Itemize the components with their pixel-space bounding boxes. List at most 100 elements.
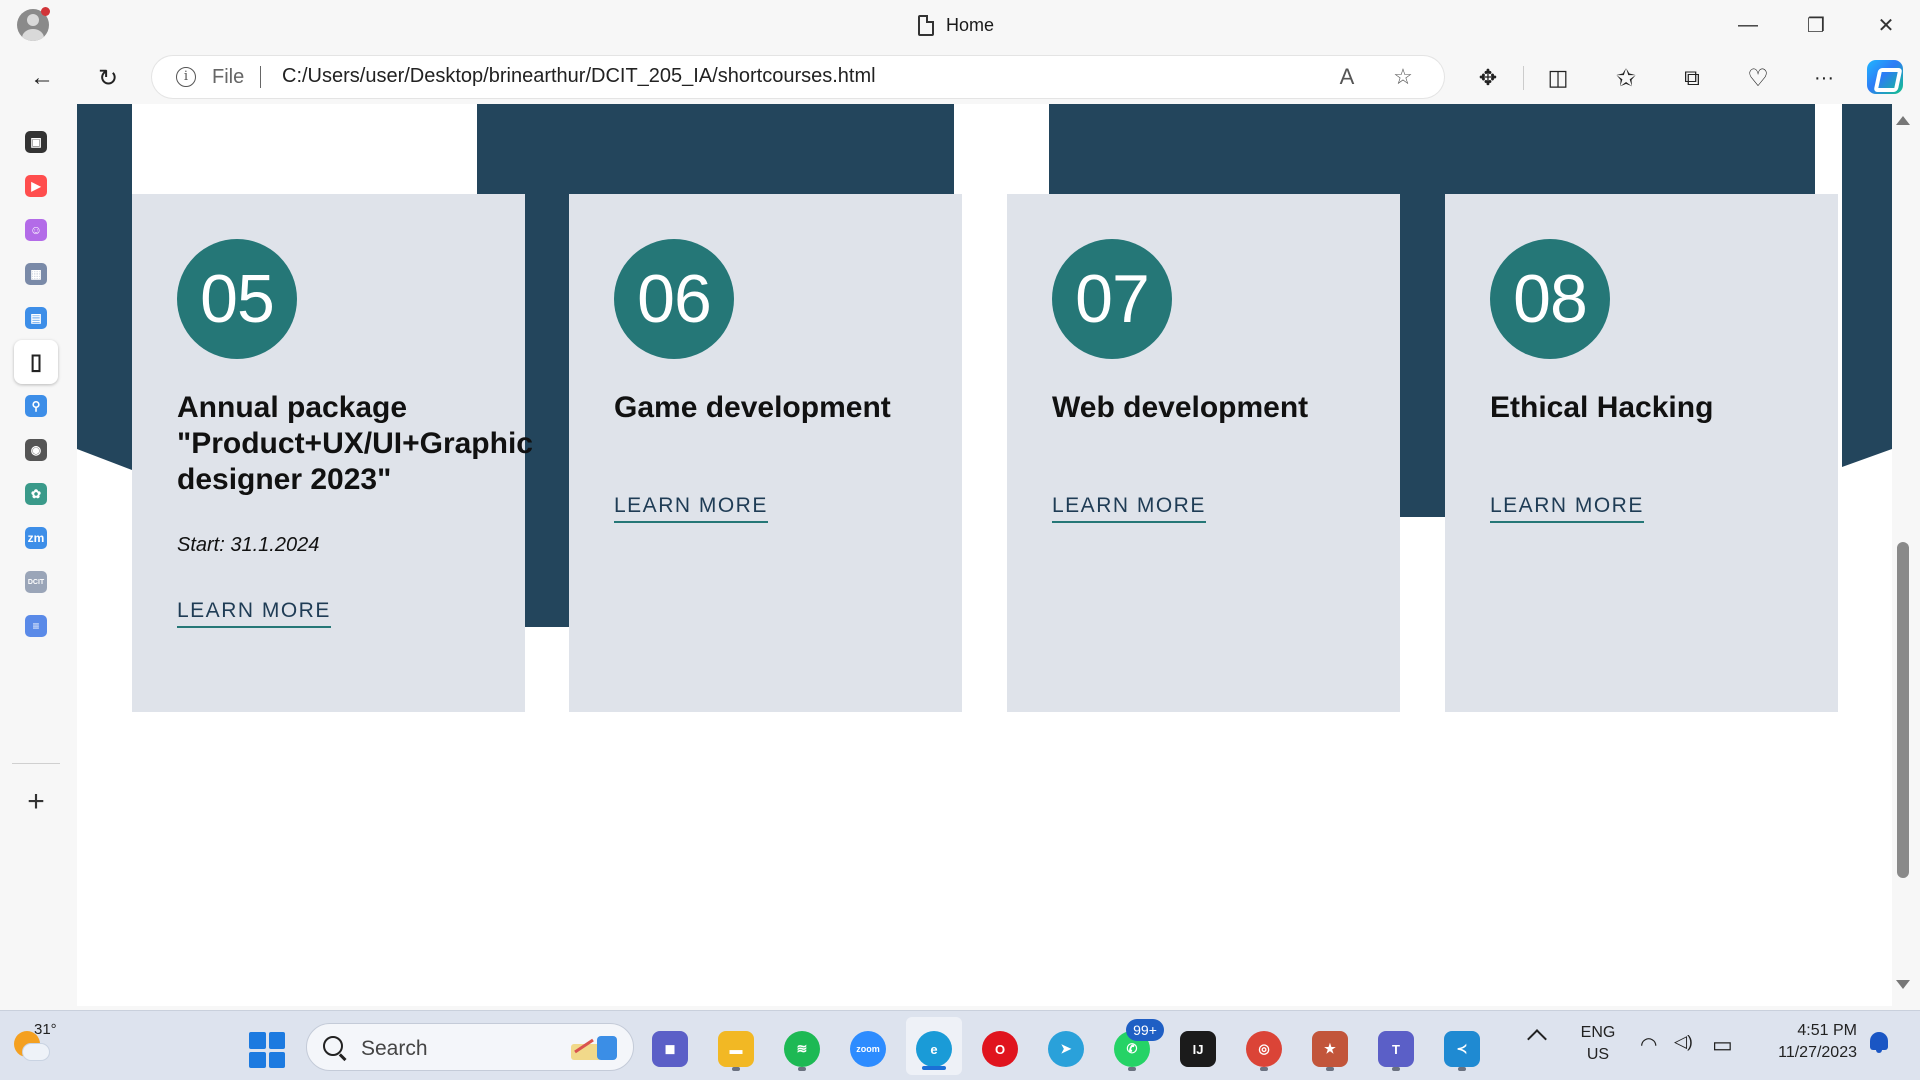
sidebar-item[interactable]: DCIT [14, 560, 58, 604]
extensions-icon[interactable]: ✥ [1470, 60, 1506, 96]
zoom-icon[interactable]: zoom [850, 1031, 886, 1067]
chat-bot-icon: ☺ [25, 219, 47, 241]
more-menu-icon[interactable]: ··· [1806, 60, 1842, 96]
edge-icon[interactable]: e [916, 1031, 952, 1067]
telegram-icon[interactable]: ➤ [1048, 1031, 1084, 1067]
learn-more-link[interactable]: LEARN MORE [1052, 494, 1206, 523]
spotify-icon[interactable]: ≋ [784, 1031, 820, 1067]
course-card: 07 Web development LEARN MORE [1007, 194, 1400, 712]
back-button[interactable]: ← [24, 60, 60, 96]
add-sidebar-app-icon[interactable]: + [14, 780, 58, 824]
sidebar-item[interactable]: ≡ [14, 604, 58, 648]
scroll-down-arrow-icon[interactable] [1896, 980, 1910, 989]
course-number-badge: 07 [1052, 239, 1172, 359]
course-title: Annual package "Product+UX/UI+Graphic de… [177, 391, 533, 496]
vscode-icon[interactable]: ≺ [1444, 1031, 1480, 1067]
scroll-up-arrow-icon[interactable] [1896, 116, 1910, 125]
favorite-star-icon[interactable]: ☆ [1390, 64, 1416, 90]
start-tile [249, 1032, 266, 1049]
split-screen-icon[interactable]: ◫ [1540, 60, 1576, 96]
notification-bell-icon[interactable] [1870, 1032, 1888, 1053]
course-number-badge: 06 [614, 239, 734, 359]
profile-notification-dot [41, 7, 50, 16]
course-card: 08 Ethical Hacking LEARN MORE [1445, 194, 1838, 712]
refresh-button[interactable]: ↻ [90, 60, 126, 96]
toolbar-separator [1523, 66, 1524, 90]
read-aloud-icon[interactable]: A [1334, 64, 1360, 90]
start-tile [249, 1051, 266, 1068]
document-icon: ▯ [29, 349, 43, 374]
restore-button[interactable]: ❐ [1796, 10, 1836, 40]
course-number-badge: 08 [1490, 239, 1610, 359]
browser-health-icon[interactable]: ♡ [1740, 60, 1776, 96]
clock-time: 4:51 PM [1797, 1022, 1857, 1039]
language-code: ENG [1580, 1024, 1616, 1041]
sidebar: + ▣ ▶ ☺ ▦ ▤ ▯ ⚲ ◉ ✿ zm DCIT ≡ [0, 104, 72, 1010]
sidebar-item[interactable]: ▦ [14, 252, 58, 296]
scrollbar-thumb[interactable] [1897, 542, 1909, 878]
close-button[interactable]: ✕ [1866, 10, 1906, 40]
active-app-indicator [922, 1066, 946, 1070]
copilot-icon[interactable] [1867, 60, 1903, 94]
collections-icon[interactable]: ⧉ [1674, 60, 1710, 96]
document-tab-icon [918, 14, 934, 36]
running-app-indicator [1458, 1067, 1466, 1071]
contacts-icon: ▤ [25, 307, 47, 329]
sidebar-item[interactable]: ✿ [14, 472, 58, 516]
weather-temperature[interactable]: 31° [34, 1021, 57, 1038]
teams-chat-icon[interactable]: ◼ [652, 1031, 688, 1067]
start-button[interactable] [249, 1032, 285, 1068]
teams-icon[interactable]: T [1378, 1031, 1414, 1067]
language-indicator[interactable]: ENG US [1578, 1022, 1618, 1066]
info-icon[interactable]: i [176, 67, 196, 87]
learn-more-link[interactable]: LEARN MORE [177, 599, 331, 628]
opera-icon[interactable]: O [982, 1031, 1018, 1067]
address-bar[interactable]: i File C:/Users/user/Desktop/brinearthur… [152, 56, 1444, 98]
scheme-label: File [212, 66, 245, 88]
start-tile [268, 1032, 285, 1049]
volume-icon[interactable]: ◁) [1674, 1032, 1693, 1052]
sidebar-item[interactable]: ▤ [14, 296, 58, 340]
favorites-icon[interactable]: ✩ [1608, 60, 1644, 96]
chatgpt-icon: ✿ [25, 483, 47, 505]
taskbar: 31° Search ◼ ▬ ≋ zoom e O ➤ ✆ IJ ◎ ★ T ≺ [0, 1010, 1920, 1080]
minimize-button[interactable]: — [1728, 10, 1768, 40]
youtube-icon: ▶ [25, 175, 47, 197]
tab-title: Home [946, 14, 995, 35]
course-number-badge: 05 [177, 239, 297, 359]
taskbar-search[interactable]: Search [306, 1023, 634, 1071]
whatsapp-badge: 99+ [1126, 1019, 1164, 1041]
learn-more-link[interactable]: LEARN MORE [614, 494, 768, 523]
file-explorer-icon[interactable]: ▬ [718, 1031, 754, 1067]
cloud-icon [22, 1043, 50, 1061]
search-icon [323, 1036, 343, 1056]
learn-more-link[interactable]: LEARN MORE [1490, 494, 1644, 523]
chrome-icon[interactable]: ◎ [1246, 1031, 1282, 1067]
sidebar-item[interactable]: ◉ [14, 428, 58, 472]
running-app-indicator [1392, 1067, 1400, 1071]
sidebar-item[interactable]: ▣ [14, 120, 58, 164]
game-icon[interactable]: ★ [1312, 1031, 1348, 1067]
url-text[interactable]: C:/Users/user/Desktop/brinearthur/DCIT_2… [282, 65, 876, 88]
sidebar-item[interactable]: ▯ [14, 340, 58, 384]
search-sidebar-icon: ⚲ [25, 395, 47, 417]
start-tile [268, 1051, 285, 1068]
address-separator [260, 66, 261, 88]
sidebar-item[interactable]: ▶ [14, 164, 58, 208]
wifi-icon[interactable]: ◠ [1640, 1032, 1657, 1057]
running-app-indicator [1326, 1067, 1334, 1071]
title-bar: Home — ❐ ✕ [0, 0, 1920, 50]
tab[interactable]: Home [918, 13, 994, 37]
sidebar-item[interactable]: ⚲ [14, 384, 58, 428]
battery-icon[interactable]: ▭ [1712, 1032, 1733, 1058]
page-viewport: 05 Annual package "Product+UX/UI+Graphic … [77, 104, 1892, 1006]
search-placeholder: Search [361, 1037, 428, 1060]
sidebar-item[interactable]: zm [14, 516, 58, 560]
notes-icon: ≡ [25, 615, 47, 637]
tab-actions-icon: ▣ [25, 131, 47, 153]
university-icon: ▦ [25, 263, 47, 285]
clock[interactable]: 4:51 PM 11/27/2023 [1755, 1020, 1857, 1064]
sidebar-item[interactable]: ☺ [14, 208, 58, 252]
intellij-icon[interactable]: IJ [1180, 1031, 1216, 1067]
course-card: 06 Game development LEARN MORE [569, 194, 962, 712]
